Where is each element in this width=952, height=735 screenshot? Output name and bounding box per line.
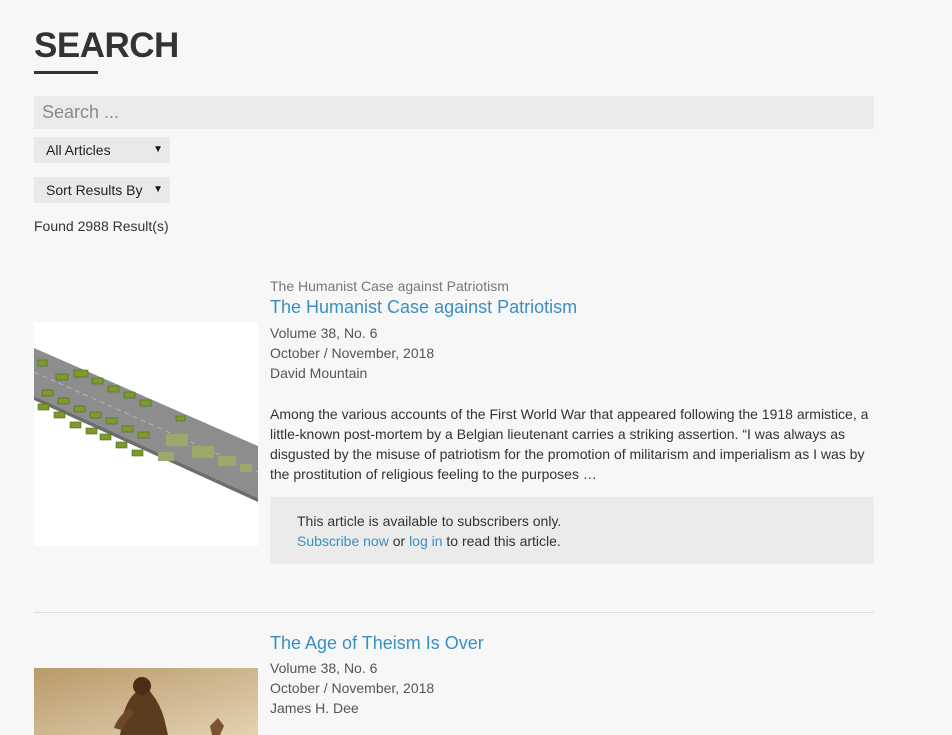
subscriber-notice-actions: Subscribe now or log in to read this art…	[297, 531, 847, 551]
article-excerpt: Among the various accounts of the First …	[270, 406, 869, 482]
category-select[interactable]: All Articles ▼	[34, 137, 170, 163]
search-input[interactable]	[34, 96, 874, 129]
tanks-parade-image	[34, 322, 258, 546]
results-count: Found 2988 Result(s)	[34, 218, 169, 234]
article-author: James H. Dee	[270, 700, 359, 716]
subscriber-notice: This article is available to subscribers…	[270, 497, 874, 564]
article-date: October / November, 2018	[270, 345, 435, 361]
statue-image	[34, 668, 258, 735]
article-title-link[interactable]: The Age of Theism Is Over	[270, 633, 484, 654]
dropdown-arrow-icon: ▼	[153, 144, 163, 155]
sort-select[interactable]: Sort Results By ▼	[34, 177, 170, 203]
page-title: SEARCH	[34, 26, 179, 65]
login-link[interactable]: log in	[409, 533, 442, 549]
article-title-link[interactable]: The Humanist Case against Patriotism	[270, 297, 577, 318]
title-underline	[34, 71, 98, 74]
subscribe-link[interactable]: Subscribe now	[297, 533, 389, 549]
read-article-text: to read this article.	[446, 533, 561, 549]
category-select-value: All Articles	[46, 142, 111, 158]
article-thumbnail-statue[interactable]	[34, 668, 258, 735]
article-volume: Volume 38, No. 6	[270, 660, 378, 676]
search-page: SEARCH All Articles ▼ Sort Results By ▼ …	[0, 0, 952, 735]
subscriber-notice-text: This article is available to subscribers…	[297, 513, 562, 529]
dropdown-arrow-icon: ▼	[153, 184, 163, 195]
or-text: or	[392, 533, 406, 549]
article-volume: Volume 38, No. 6	[270, 325, 378, 341]
article-author: David Mountain	[270, 365, 368, 381]
result-divider	[34, 612, 874, 613]
article-date: October / November, 2018	[270, 680, 435, 696]
sort-select-value: Sort Results By	[46, 182, 143, 198]
article-kicker: The Humanist Case against Patriotism	[270, 278, 509, 294]
article-thumbnail-tanks[interactable]	[34, 322, 258, 546]
